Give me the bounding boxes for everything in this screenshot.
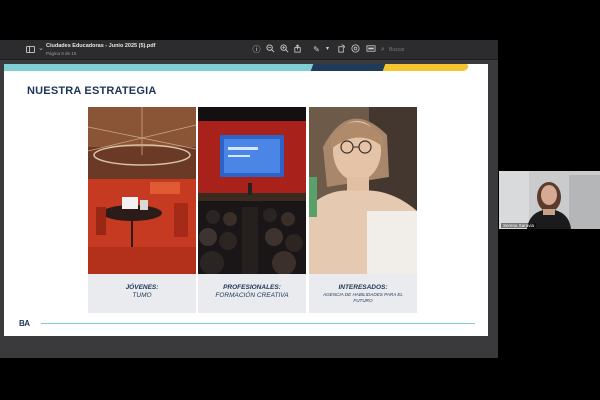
zoom-in-icon[interactable] <box>279 44 290 55</box>
card-caption: JÓVENES: TUMO <box>88 274 196 313</box>
footer-rule <box>41 323 475 324</box>
card-text: AGENCIA DE HABILIDADES PARA EL FUTURO <box>323 292 403 303</box>
header-bar-navy <box>310 64 390 71</box>
ba-logo: BA <box>19 319 30 328</box>
card-heading: PROFESIONALES: <box>223 284 281 291</box>
header-bar-yellow <box>382 64 470 71</box>
markup-icon[interactable] <box>350 44 361 55</box>
pen-icon[interactable]: ✎ <box>311 44 322 55</box>
pdf-viewer-window: ⌄ Ciudades Educadoras - Junio 2025 (5).p… <box>0 40 498 358</box>
card-text: TUMO <box>132 292 152 299</box>
card-caption: INTERESADOS: AGENCIA DE HABILIDADES PARA… <box>309 274 417 313</box>
sidebar-chevron-icon[interactable]: ⌄ <box>38 44 44 52</box>
header-bar-teal <box>4 64 318 71</box>
photo-tumo-space <box>88 107 196 274</box>
share-icon[interactable] <box>292 44 303 55</box>
photo-auditorium <box>198 107 306 274</box>
card-heading: INTERESADOS: <box>338 284 388 291</box>
page-indicator: Página 8 de 15 <box>46 51 77 56</box>
participant-video <box>499 171 600 229</box>
sidebar-toggle-icon[interactable] <box>26 46 35 53</box>
card-heading: JÓVENES: <box>125 284 159 291</box>
search-field[interactable]: ⌕ <box>381 44 451 55</box>
rotate-icon[interactable] <box>336 44 347 55</box>
viewer-toolbar: ⌄ Ciudades Educadoras - Junio 2025 (5).p… <box>0 40 498 60</box>
card-jovenes: JÓVENES: TUMO <box>88 107 196 313</box>
card-profesionales: PROFESIONALES: FORMACIÓN CREATIVA <box>198 107 306 313</box>
slide-page: NUESTRA ESTRATEGIA JÓVENES: TUMO PROFESI… <box>4 64 488 336</box>
card-text: FORMACIÓN CREATIVA <box>215 292 289 299</box>
photo-woman-laptop <box>309 107 417 274</box>
zoom-out-icon[interactable] <box>265 44 276 55</box>
card-caption: PROFESIONALES: FORMACIÓN CREATIVA <box>198 274 306 313</box>
chevron-down-icon[interactable]: ▾ <box>322 44 333 55</box>
participant-video-tile[interactable]: Serena Saravia <box>499 171 600 229</box>
participant-name: Serena Saravia <box>501 223 537 228</box>
redact-icon[interactable] <box>365 44 376 55</box>
search-icon: ⌕ <box>381 46 385 53</box>
slide-title: NUESTRA ESTRATEGIA <box>27 85 157 97</box>
info-icon[interactable]: ⓘ <box>251 44 262 55</box>
card-interesados: INTERESADOS: AGENCIA DE HABILIDADES PARA… <box>309 107 417 313</box>
search-input[interactable] <box>389 44 449 55</box>
document-title: Ciudades Educadoras - Junio 2025 (5).pdf <box>46 43 156 49</box>
